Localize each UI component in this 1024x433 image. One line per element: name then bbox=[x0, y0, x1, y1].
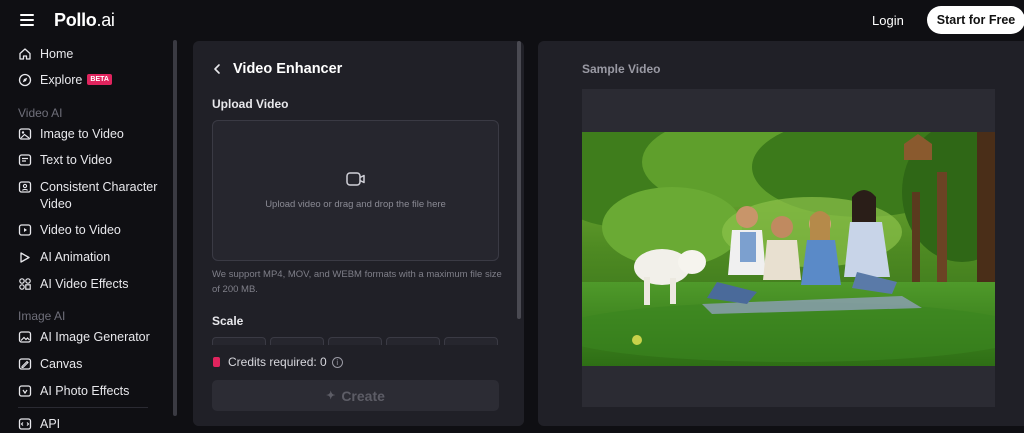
logo-text: Pollo bbox=[54, 10, 97, 30]
sidebar-item-label: AI Video Effects bbox=[40, 277, 129, 291]
back-button[interactable]: Video Enhancer bbox=[211, 61, 342, 77]
sidebar-item-image-to-video[interactable]: Image to Video bbox=[18, 126, 124, 143]
section-label-video-ai: Video AI bbox=[18, 106, 63, 120]
sidebar-item-label: AI Animation bbox=[40, 250, 111, 264]
sidebar-item-label: Consistent Character Video bbox=[40, 179, 157, 213]
canvas-icon bbox=[18, 357, 32, 371]
sidebar-item-label: Explore bbox=[40, 73, 83, 87]
sidebar-item-label: AI Image Generator bbox=[40, 330, 150, 344]
video-camera-icon bbox=[346, 172, 365, 186]
credits-label: Credits required: 0 bbox=[228, 355, 327, 369]
panel-footer: Credits required: 0 i ✦ Create bbox=[193, 345, 524, 426]
sidebar-item-ai-photo-effects[interactable]: AI Photo Effects bbox=[18, 383, 129, 400]
start-for-free-button[interactable]: Start for Free bbox=[927, 6, 1024, 34]
sidebar-divider bbox=[18, 407, 148, 408]
credit-gem-icon bbox=[213, 357, 220, 367]
sidebar-item-explore[interactable]: Explore BETA bbox=[18, 72, 112, 89]
section-label-image-ai: Image AI bbox=[18, 309, 66, 323]
text-video-icon bbox=[18, 153, 32, 167]
video-enhancer-panel: Video Enhancer Upload Video Upload video… bbox=[193, 41, 524, 426]
sample-video-panel: Sample Video bbox=[538, 41, 1024, 426]
supported-formats-text: We support MP4, MOV, and WEBM formats wi… bbox=[212, 269, 502, 295]
sidebar-item-home[interactable]: Home bbox=[18, 46, 73, 63]
image-video-icon bbox=[18, 127, 32, 141]
sidebar-item-video-to-video[interactable]: Video to Video bbox=[18, 222, 121, 239]
page-title: Video Enhancer bbox=[233, 61, 343, 77]
family-picnic-image bbox=[582, 132, 995, 366]
effects-grid-icon bbox=[18, 277, 32, 291]
api-icon bbox=[18, 417, 32, 431]
sample-video-title: Sample Video bbox=[582, 62, 661, 76]
sparkle-icon: ✦ bbox=[326, 390, 336, 402]
logo[interactable]: Pollo.ai bbox=[54, 10, 115, 31]
sidebar-item-label: Canvas bbox=[40, 357, 83, 371]
info-icon[interactable]: i bbox=[331, 356, 343, 368]
scale-label: Scale bbox=[212, 314, 244, 328]
login-link[interactable]: Login bbox=[872, 13, 904, 28]
sidebar-scrollbar[interactable] bbox=[173, 40, 177, 416]
sidebar-item-consistent-character-video[interactable]: Consistent Character Video bbox=[18, 179, 157, 213]
sidebar-item-ai-animation[interactable]: AI Animation bbox=[18, 249, 110, 266]
dropzone-hint: Upload video or drag and drop the file h… bbox=[265, 199, 446, 210]
sidebar-item-label: API bbox=[40, 417, 61, 431]
sidebar-item-label: Home bbox=[40, 47, 74, 61]
sample-video-frame bbox=[582, 132, 995, 366]
credits-required: Credits required: 0 i bbox=[213, 355, 343, 369]
image-generator-icon bbox=[18, 330, 32, 344]
animation-icon bbox=[18, 250, 32, 264]
chevron-left-icon bbox=[214, 64, 220, 74]
sidebar-item-text-to-video[interactable]: Text to Video bbox=[18, 152, 112, 169]
top-header: Pollo.ai Login Start for Free bbox=[0, 0, 1024, 40]
sidebar-item-label: AI Photo Effects bbox=[40, 384, 130, 398]
video-player[interactable] bbox=[582, 89, 995, 407]
sidebar-item-label: Video to Video bbox=[40, 223, 121, 237]
home-icon bbox=[18, 47, 32, 61]
panel-scrollbar[interactable] bbox=[517, 41, 521, 319]
sidebar-item-canvas[interactable]: Canvas bbox=[18, 356, 82, 373]
upload-video-label: Upload Video bbox=[212, 97, 289, 111]
sidebar-item-ai-video-effects[interactable]: AI Video Effects bbox=[18, 276, 128, 293]
video-icon bbox=[18, 223, 32, 237]
hamburger-menu-icon[interactable] bbox=[20, 14, 34, 26]
create-button[interactable]: ✦ Create bbox=[212, 380, 499, 411]
sidebar-item-api[interactable]: API bbox=[18, 416, 60, 433]
video-upload-dropzone[interactable]: Upload video or drag and drop the file h… bbox=[212, 120, 499, 261]
logo-suffix: .ai bbox=[96, 10, 115, 30]
compass-icon bbox=[18, 73, 32, 87]
sidebar-item-label: Image to Video bbox=[40, 127, 124, 141]
beta-badge: BETA bbox=[87, 74, 112, 85]
photo-effects-icon bbox=[18, 384, 32, 398]
sidebar-item-ai-image-generator[interactable]: AI Image Generator bbox=[18, 329, 150, 346]
sidebar: Home Explore BETA Video AI Image to Vide… bbox=[0, 40, 180, 433]
sidebar-item-label: Text to Video bbox=[40, 153, 113, 167]
label-line-2: Video bbox=[40, 197, 72, 211]
character-icon bbox=[18, 180, 32, 194]
label-line-1: Consistent Character bbox=[40, 180, 158, 194]
create-button-label: Create bbox=[341, 387, 385, 404]
